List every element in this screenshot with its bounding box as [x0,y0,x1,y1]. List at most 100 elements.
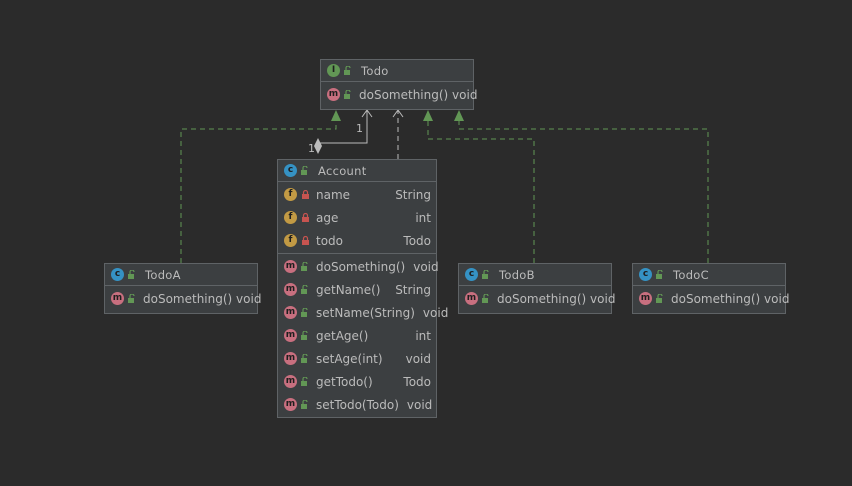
method-row[interactable]: m getName() String [278,278,436,301]
public-lock-icon [301,166,308,175]
interface-icon: I [327,64,340,77]
todoc-class-node[interactable]: c TodoC m doSomething() void [632,263,789,314]
aggregation-diamond [314,138,322,154]
todoc-methods: m doSomething() void [633,286,789,311]
account-fields: f name String f age int f todo Todo [278,182,436,254]
edge-todob-implements-todo [427,118,535,263]
method-type: void [413,259,439,274]
account-header: c Account [278,160,436,182]
public-lock-icon [301,400,308,409]
public-lock-icon [301,285,308,294]
method-row[interactable]: m setAge(int) void [278,347,436,370]
public-lock-icon [128,270,135,279]
todoa-class-node[interactable]: c TodoA m doSomething() void [104,263,261,314]
method-type: String [395,282,431,297]
method-icon: m [465,292,478,305]
method-icon: m [284,329,297,342]
public-lock-icon [301,331,308,340]
method-icon: m [284,375,297,388]
class-icon: c [284,164,297,177]
todo-interface-node[interactable]: I Todo m doSomething() void [320,59,477,110]
method-name: getTodo() [316,374,373,389]
edge-todoc-implements-todo [458,118,709,263]
realization-arrowhead-todoa [331,110,341,121]
private-lock-icon [302,213,309,222]
field-row[interactable]: f name String [278,183,436,206]
multiplicity-label-source: 1 [308,142,315,155]
method-icon: m [111,292,124,305]
method-icon: m [284,283,297,296]
todob-methods: m doSomething() void [459,286,615,311]
public-lock-icon [344,90,351,99]
private-lock-icon [302,190,309,199]
realization-arrowhead-todob [423,110,433,121]
field-row[interactable]: f todo Todo [278,229,436,252]
field-name: name [316,187,351,202]
field-type: String [395,187,431,202]
method-icon: m [284,260,297,273]
method-row[interactable]: m doSomething() void [633,287,789,310]
public-lock-icon [301,308,308,317]
method-row[interactable]: m doSomething() void [321,83,477,106]
method-row[interactable]: m setTodo(Todo) void [278,393,436,416]
todoc-header: c TodoC [633,264,785,286]
field-name: age [316,210,339,225]
todob-header: c TodoB [459,264,611,286]
public-lock-icon [656,270,663,279]
method-row[interactable]: m getTodo() Todo [278,370,436,393]
field-type: Todo [403,233,431,248]
method-name: setAge(int) [316,351,383,366]
field-icon: f [284,234,297,247]
todo-header: I Todo [321,60,473,82]
field-name: todo [316,233,344,248]
method-name: getName() [316,282,381,297]
method-name: doSomething() void [359,87,478,102]
method-icon: m [284,398,297,411]
public-lock-icon [482,270,489,279]
method-row[interactable]: m doSomething() void [278,255,439,278]
method-icon: m [639,292,652,305]
account-class-node[interactable]: c Account f name String f age int f todo… [277,159,448,418]
realization-arrowhead-todoc [454,110,464,121]
method-row[interactable]: m setName(String) void [278,301,448,324]
todob-class-node[interactable]: c TodoB m doSomething() void [458,263,615,314]
public-lock-icon [301,377,308,386]
method-icon: m [284,306,297,319]
public-lock-icon [301,262,308,271]
method-name: doSomething() [316,259,406,274]
field-icon: f [284,188,297,201]
todoa-methods: m doSomething() void [105,286,261,311]
class-icon: c [111,268,124,281]
todob-title: TodoB [499,267,535,282]
todoa-title: TodoA [145,267,181,282]
method-type: int [415,328,431,343]
private-lock-icon [302,236,309,245]
public-lock-icon [482,294,489,303]
method-name: doSomething() void [671,291,790,306]
account-title: Account [318,163,367,178]
method-name: doSomething() void [143,291,262,306]
method-row[interactable]: m doSomething() void [105,287,261,310]
field-icon: f [284,211,297,224]
todoc-title: TodoC [673,267,709,282]
field-type: int [415,210,431,225]
method-icon: m [327,88,340,101]
multiplicity-label-target: 1 [356,122,363,135]
public-lock-icon [301,354,308,363]
field-row[interactable]: f age int [278,206,436,229]
method-name: setTodo(Todo) [316,397,399,412]
class-icon: c [639,268,652,281]
method-type: void [405,351,431,366]
method-row[interactable]: m doSomething() void [459,287,615,310]
public-lock-icon [128,294,135,303]
method-type: void [406,397,433,412]
method-name: setName(String) [316,305,415,320]
todo-title: Todo [361,63,389,78]
method-name: doSomething() void [497,291,616,306]
method-name: getAge() [316,328,369,343]
account-methods: m doSomething() void m getName() String … [278,254,448,417]
method-row[interactable]: m getAge() int [278,324,436,347]
class-icon: c [465,268,478,281]
public-lock-icon [656,294,663,303]
public-lock-icon [344,66,351,75]
